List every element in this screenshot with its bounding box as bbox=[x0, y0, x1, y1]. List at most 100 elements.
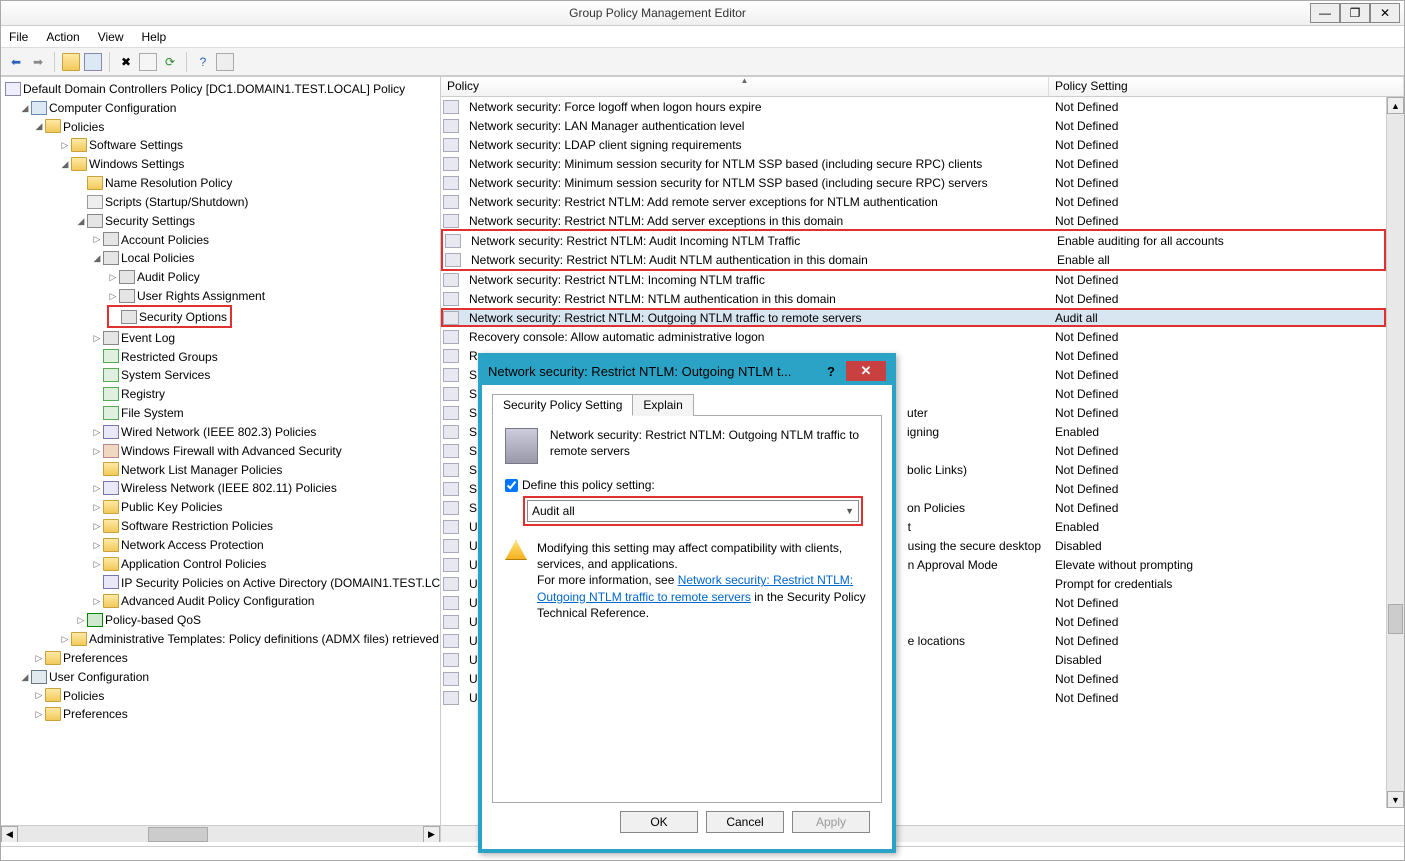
separator bbox=[186, 52, 187, 72]
tree-audit-policy[interactable]: ▷Audit Policy bbox=[3, 267, 438, 286]
tree-security-settings[interactable]: ◢Security Settings bbox=[3, 211, 438, 230]
menu-action[interactable]: Action bbox=[46, 30, 79, 44]
tree-advanced-audit[interactable]: ▷Advanced Audit Policy Configuration bbox=[3, 591, 438, 610]
tree-file-system[interactable]: File System bbox=[3, 403, 438, 422]
maximize-button[interactable]: ❐ bbox=[1340, 3, 1370, 23]
policy-row-icon bbox=[445, 253, 461, 267]
scroll-track[interactable] bbox=[1387, 114, 1404, 791]
scroll-thumb[interactable] bbox=[1388, 604, 1403, 634]
policy-value-combo[interactable]: Audit all ▼ bbox=[527, 500, 859, 522]
minimize-button[interactable]: — bbox=[1310, 3, 1340, 23]
scroll-left-icon[interactable]: ◀ bbox=[1, 826, 18, 842]
tree-preferences[interactable]: ▷Preferences bbox=[3, 648, 438, 667]
tree-root[interactable]: Default Domain Controllers Policy [DC1.D… bbox=[3, 79, 438, 98]
refresh-icon[interactable]: ⟳ bbox=[161, 53, 179, 71]
tree-scripts[interactable]: Scripts (Startup/Shutdown) bbox=[3, 192, 438, 211]
menu-help[interactable]: Help bbox=[142, 30, 167, 44]
tree-user-policies[interactable]: ▷Policies bbox=[3, 686, 438, 705]
tree-local-policies[interactable]: ◢Local Policies bbox=[3, 248, 438, 267]
tree-admin-templates[interactable]: ▷Administrative Templates: Policy defini… bbox=[3, 629, 438, 648]
list-v-scrollbar[interactable]: ▲ ▼ bbox=[1386, 97, 1404, 808]
tree-ipsec[interactable]: IP Security Policies on Active Directory… bbox=[3, 573, 438, 592]
tree-pane[interactable]: Default Domain Controllers Policy [DC1.D… bbox=[1, 77, 441, 842]
export-icon[interactable] bbox=[216, 53, 234, 71]
tree-nap[interactable]: ▷Network Access Protection bbox=[3, 535, 438, 554]
tree-windows-settings[interactable]: ◢Windows Settings bbox=[3, 154, 438, 173]
scroll-down-icon[interactable]: ▼ bbox=[1387, 791, 1404, 808]
dialog-close-button[interactable]: ✕ bbox=[846, 361, 886, 381]
scroll-right-icon[interactable]: ▶ bbox=[423, 826, 440, 842]
show-hide-icon[interactable] bbox=[84, 53, 102, 71]
tree-policies[interactable]: ◢Policies bbox=[3, 117, 438, 136]
back-icon[interactable]: ⬅ bbox=[7, 53, 25, 71]
tree-computer-config[interactable]: ◢Computer Configuration bbox=[3, 98, 438, 117]
registry-icon bbox=[103, 387, 119, 401]
up-folder-icon[interactable] bbox=[62, 53, 80, 71]
tree-public-key[interactable]: ▷Public Key Policies bbox=[3, 497, 438, 516]
table-row[interactable]: Network security: Minimum session securi… bbox=[441, 173, 1386, 192]
table-row[interactable]: Network security: Restrict NTLM: Audit N… bbox=[443, 250, 1384, 269]
delete-icon[interactable]: ✖ bbox=[117, 53, 135, 71]
setting-cell: Not Defined bbox=[1049, 634, 1386, 648]
policy-row-icon bbox=[443, 520, 459, 534]
define-policy-checkbox[interactable] bbox=[505, 479, 518, 492]
table-row[interactable]: Network security: LAN Manager authentica… bbox=[441, 116, 1386, 135]
menu-file[interactable]: File bbox=[9, 30, 28, 44]
tree-software-settings[interactable]: ▷Software Settings bbox=[3, 135, 438, 154]
tree-user-preferences[interactable]: ▷Preferences bbox=[3, 704, 438, 723]
local-policies-icon bbox=[103, 251, 119, 265]
tree-security-options[interactable]: Security Options bbox=[3, 305, 438, 328]
table-row[interactable]: Network security: Restrict NTLM: NTLM au… bbox=[441, 289, 1386, 308]
table-row[interactable]: Network security: Restrict NTLM: Add ser… bbox=[441, 211, 1386, 230]
table-row[interactable]: Network security: Restrict NTLM: Outgoin… bbox=[441, 308, 1386, 327]
help-icon[interactable]: ? bbox=[194, 53, 212, 71]
apply-button[interactable]: Apply bbox=[792, 811, 870, 833]
menubar: File Action View Help bbox=[1, 26, 1404, 48]
close-button[interactable]: ✕ bbox=[1370, 3, 1400, 23]
tree-user-config[interactable]: ◢User Configuration bbox=[3, 667, 438, 686]
folder-icon bbox=[103, 462, 119, 476]
scroll-up-icon[interactable]: ▲ bbox=[1387, 97, 1404, 114]
tab-security-policy-setting[interactable]: Security Policy Setting bbox=[492, 394, 633, 416]
table-row[interactable]: Network security: Restrict NTLM: Incomin… bbox=[441, 270, 1386, 289]
table-row[interactable]: Network security: LDAP client signing re… bbox=[441, 135, 1386, 154]
column-policy[interactable]: Policy▲ bbox=[441, 77, 1049, 96]
tree-firewall[interactable]: ▷Windows Firewall with Advanced Security bbox=[3, 441, 438, 460]
forward-icon[interactable]: ➡ bbox=[29, 53, 47, 71]
table-row[interactable]: Network security: Force logoff when logo… bbox=[441, 97, 1386, 116]
tree-network-list[interactable]: Network List Manager Policies bbox=[3, 460, 438, 479]
tree-registry[interactable]: Registry bbox=[3, 384, 438, 403]
tree-restricted-groups[interactable]: Restricted Groups bbox=[3, 347, 438, 366]
ok-button[interactable]: OK bbox=[620, 811, 698, 833]
policy-row-icon bbox=[443, 330, 459, 344]
properties-icon[interactable] bbox=[139, 53, 157, 71]
cancel-button[interactable]: Cancel bbox=[706, 811, 784, 833]
menu-view[interactable]: View bbox=[98, 30, 124, 44]
policy-row-icon bbox=[443, 558, 459, 572]
tree-user-rights[interactable]: ▷User Rights Assignment bbox=[3, 286, 438, 305]
setting-cell: Not Defined bbox=[1049, 176, 1386, 190]
policy-row-icon bbox=[443, 119, 459, 133]
table-row[interactable]: Recovery console: Allow automatic admini… bbox=[441, 327, 1386, 346]
tree-system-services[interactable]: System Services bbox=[3, 365, 438, 384]
tree-event-log[interactable]: ▷Event Log bbox=[3, 328, 438, 347]
table-row[interactable]: Network security: Minimum session securi… bbox=[441, 154, 1386, 173]
tree-h-scrollbar[interactable]: ◀ ▶ bbox=[1, 825, 440, 842]
setting-cell: Prompt for credentials bbox=[1049, 577, 1386, 591]
tree-wired-network[interactable]: ▷Wired Network (IEEE 802.3) Policies bbox=[3, 422, 438, 441]
setting-cell: Not Defined bbox=[1049, 273, 1386, 287]
table-row[interactable]: Network security: Restrict NTLM: Add rem… bbox=[441, 192, 1386, 211]
dialog-help-button[interactable]: ? bbox=[816, 361, 846, 381]
scroll-thumb[interactable] bbox=[148, 827, 208, 842]
tree-software-restriction[interactable]: ▷Software Restriction Policies bbox=[3, 516, 438, 535]
table-row[interactable]: Network security: Restrict NTLM: Audit I… bbox=[443, 231, 1384, 250]
tree-wireless[interactable]: ▷Wireless Network (IEEE 802.11) Policies bbox=[3, 478, 438, 497]
tree-name-resolution[interactable]: Name Resolution Policy bbox=[3, 173, 438, 192]
column-setting[interactable]: Policy Setting bbox=[1049, 77, 1404, 96]
tab-explain[interactable]: Explain bbox=[632, 394, 693, 416]
tree-account-policies[interactable]: ▷Account Policies bbox=[3, 230, 438, 249]
tree-app-control[interactable]: ▷Application Control Policies bbox=[3, 554, 438, 573]
folder-icon bbox=[45, 651, 61, 665]
scroll-track[interactable] bbox=[18, 826, 423, 842]
tree-qos[interactable]: ▷Policy-based QoS bbox=[3, 610, 438, 629]
